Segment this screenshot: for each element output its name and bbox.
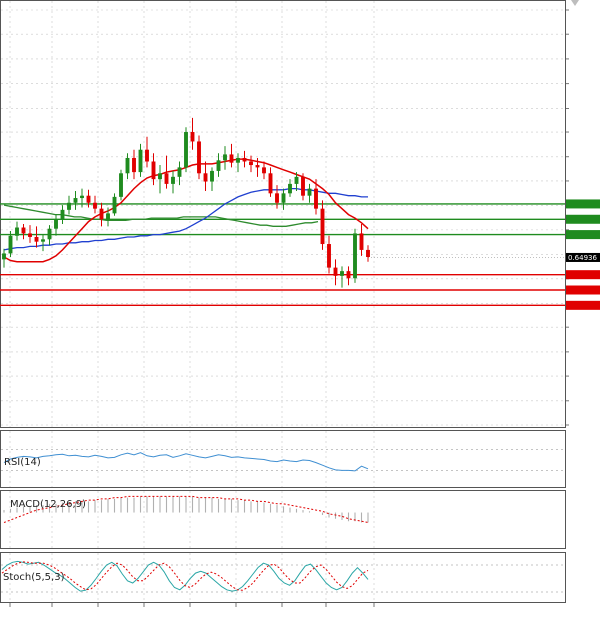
rsi-panel: [0, 430, 566, 488]
candle-body: [106, 213, 110, 220]
rsi-line: [3, 452, 369, 472]
candle-body: [307, 188, 312, 196]
candle-body: [184, 132, 188, 168]
stoch-panel: [0, 552, 566, 603]
candle-body: [54, 219, 58, 229]
candle-body: [203, 173, 208, 182]
candle-body: [353, 233, 357, 279]
candle-body: [210, 170, 214, 182]
candle-body: [158, 173, 162, 180]
candle-body: [67, 202, 71, 210]
candle-body: [333, 267, 338, 276]
price-panel: [0, 0, 566, 428]
candle-body: [281, 193, 286, 203]
candle-body: [21, 227, 26, 234]
candle-body: [275, 193, 279, 203]
candle-body: [99, 208, 104, 220]
candle-body: [216, 160, 221, 171]
candle-body: [223, 154, 227, 161]
candle-body: [138, 149, 143, 173]
level-price-tag-r3: [566, 199, 600, 209]
candle-body: [2, 253, 6, 260]
candle-body: [171, 176, 175, 184]
rsi-label: RSI(14): [4, 457, 41, 468]
candle-body: [262, 167, 266, 174]
candle-body: [86, 195, 91, 203]
candle-body: [151, 161, 156, 180]
chart-shift-marker-icon: [571, 0, 579, 6]
candle-body: [255, 165, 260, 168]
candle-body: [125, 157, 130, 174]
candle-body: [15, 227, 19, 236]
candle-body: [288, 183, 292, 194]
level-price-tag-s3: [566, 300, 600, 310]
candle-body: [73, 198, 78, 203]
candle-body: [294, 176, 299, 184]
candle-body: [60, 209, 65, 220]
stoch-label: Stoch(5,5,3): [3, 572, 65, 583]
candle-body: [314, 188, 318, 209]
candle-body: [119, 173, 123, 197]
level-price-tag-r1: [566, 230, 600, 240]
candle-body: [197, 141, 201, 174]
candle-body: [346, 271, 351, 279]
ma-red-line: [3, 158, 369, 263]
candle-body: [366, 249, 370, 257]
candle-body: [249, 161, 253, 166]
candle-body: [327, 244, 331, 268]
level-price-tag-s1: [566, 270, 600, 280]
candle-body: [47, 228, 52, 240]
candle-body: [41, 239, 45, 242]
level-price-tag-r2: [566, 214, 600, 224]
candle-body: [28, 233, 32, 237]
current-price-label: 0.64936: [568, 254, 597, 262]
candle-body: [34, 236, 39, 242]
candle-body: [268, 173, 273, 194]
current-price-tag: 0.64936: [566, 252, 600, 262]
candle-body: [236, 157, 240, 163]
candle-body: [132, 157, 136, 173]
candle-body: [8, 235, 13, 254]
candle-body: [145, 149, 149, 162]
candle-body: [80, 195, 84, 199]
candle-body: [112, 196, 117, 214]
ma-green-line: [3, 204, 319, 227]
candle-body: [190, 132, 195, 142]
candle-body: [177, 167, 182, 177]
candle-body: [359, 233, 364, 250]
macd-label: MACD(12,26,9): [10, 499, 86, 510]
candle-body: [93, 202, 97, 209]
trading-chart: 0.64936 RSI(14) MACD(12,26,9) Stoch(5,5,…: [0, 0, 600, 607]
candle-body: [164, 173, 169, 184]
candle-body: [242, 157, 247, 162]
level-price-tag-s2: [566, 285, 600, 295]
candle-body: [340, 271, 344, 276]
candle-body: [320, 208, 325, 245]
candle-body: [229, 154, 234, 163]
candle-body: [301, 176, 305, 196]
